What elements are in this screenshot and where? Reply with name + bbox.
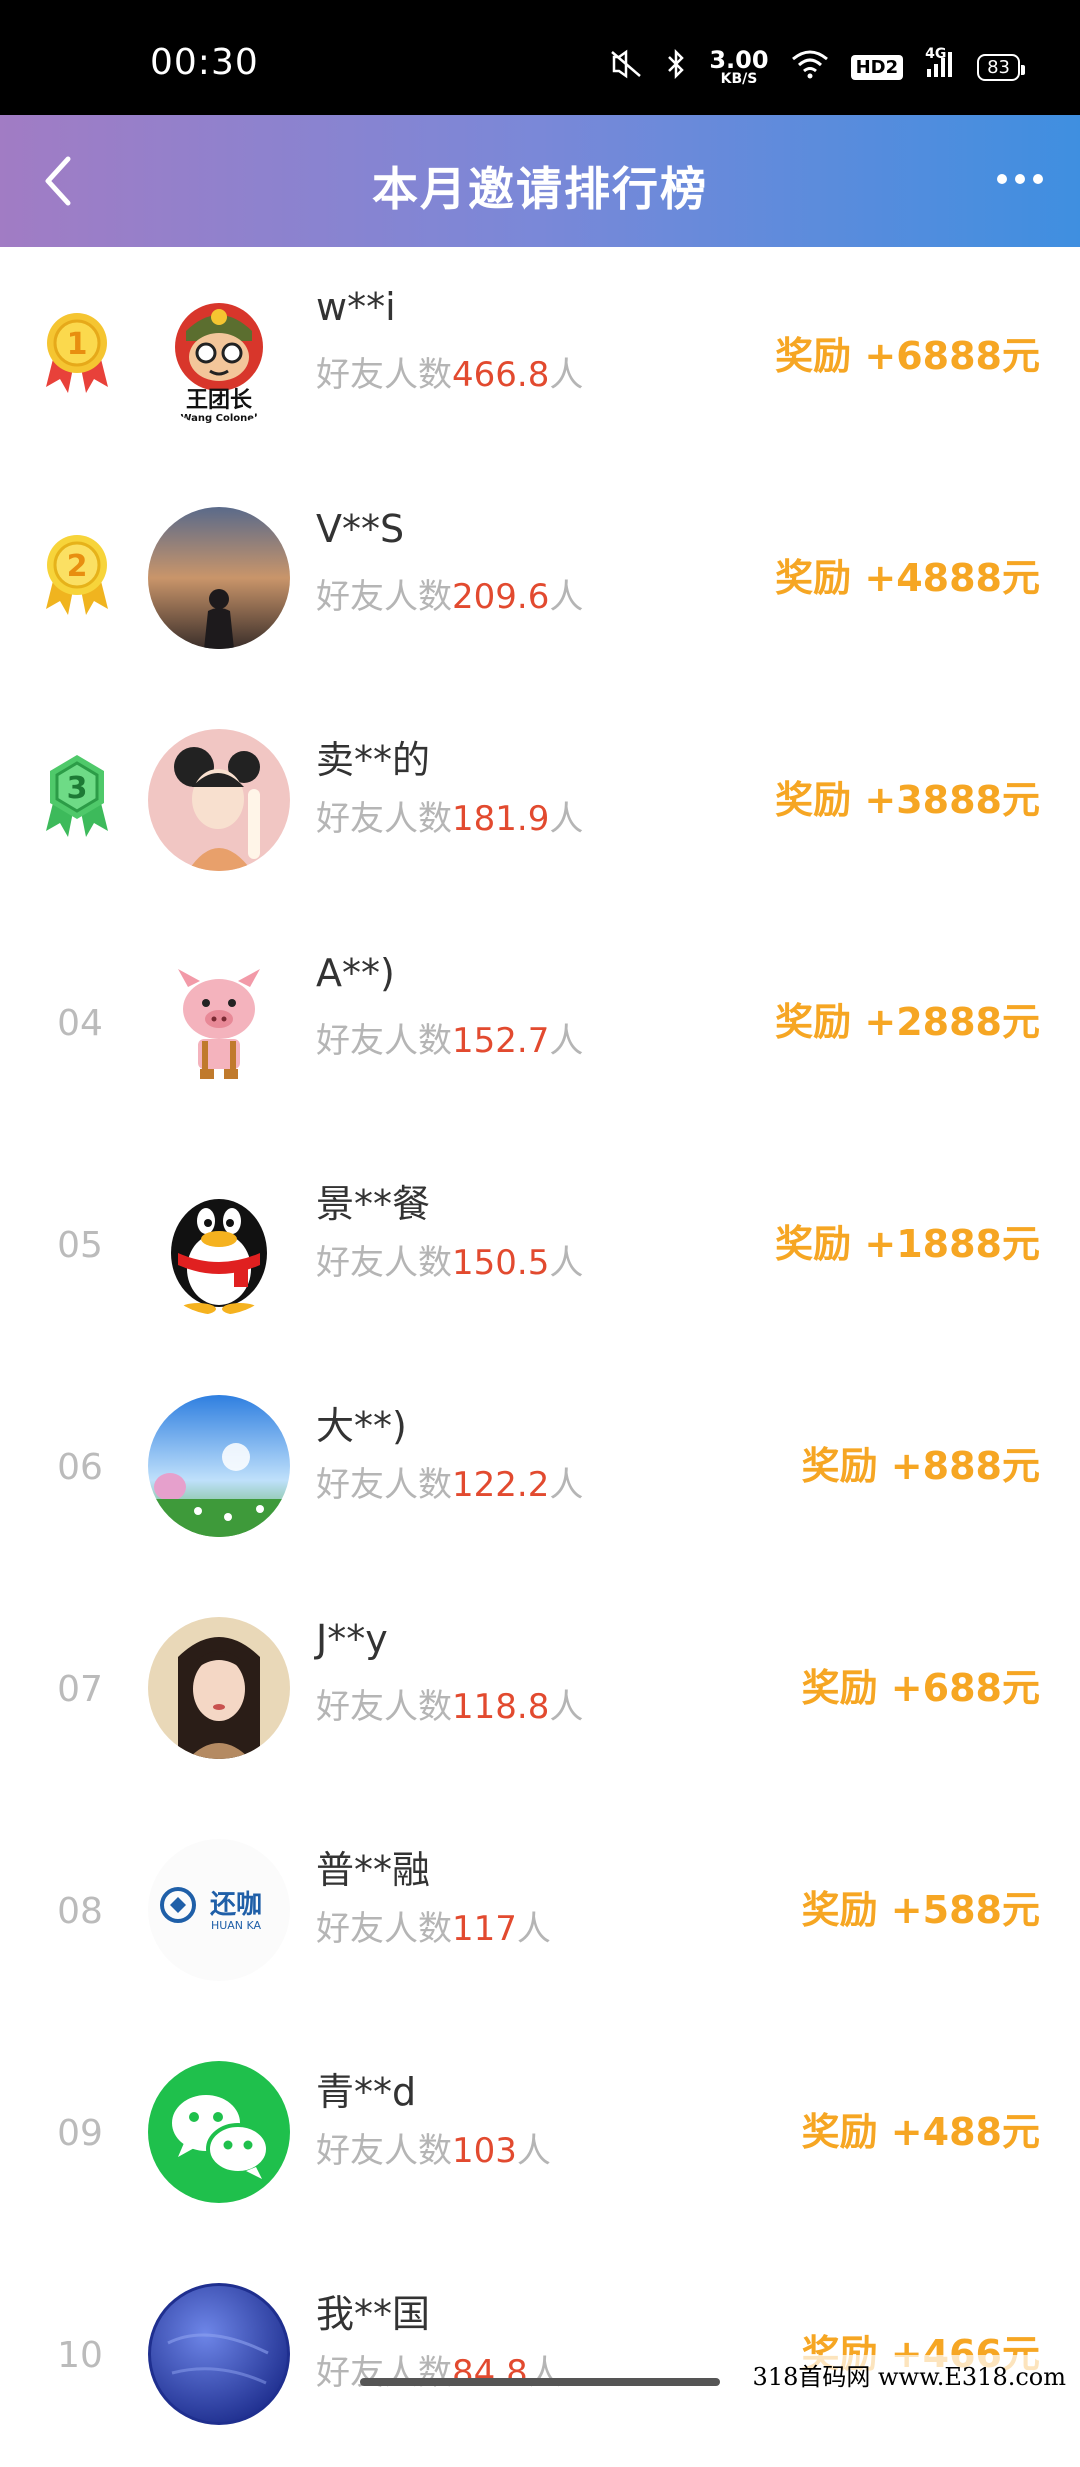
- user-name: 景**餐: [316, 1182, 431, 1226]
- home-indicator[interactable]: [360, 2378, 720, 2386]
- reward-amount: 奖励 +588元: [801, 1888, 1040, 1932]
- friend-count: 好友人数466.8人: [316, 355, 584, 395]
- svg-text:2: 2: [67, 549, 88, 584]
- page-title: 本月邀请排行榜: [372, 162, 708, 216]
- reward-amount: 奖励 +2888元: [775, 1000, 1040, 1044]
- gold-medal-icon: 2: [46, 535, 108, 615]
- friend-count: 好友人数209.6人: [316, 577, 584, 617]
- friend-count: 好友人数84.8人: [316, 2353, 562, 2393]
- user-name: 青**d: [316, 2070, 417, 2114]
- watermark: 318首码网 www.E318.com: [748, 2355, 1070, 2394]
- ranking-list: 1 王团长 Wang Colonel w**i 好友人数466.8人 奖励 +6…: [0, 247, 1080, 2467]
- gold-medal-icon: 1: [46, 313, 108, 393]
- ranking-row[interactable]: 09 青**d 好友人数103人 奖励 +488元: [0, 2023, 1080, 2245]
- friend-count: 好友人数103人: [316, 2131, 551, 2171]
- ranking-row[interactable]: 05 景**餐 好友人数150.5人 奖励 +1888元: [0, 1135, 1080, 1357]
- ranking-row[interactable]: 06 大**) 好友人数122.2人 奖励 +888元: [0, 1357, 1080, 1579]
- status-icons: 3.00 KB/S HD2 4G 83: [609, 46, 1025, 87]
- reward-amount: 奖励 +688元: [801, 1666, 1040, 1710]
- svg-text:Wang Colonel: Wang Colonel: [180, 413, 257, 424]
- reward-amount: 奖励 +6888元: [775, 334, 1040, 378]
- user-name: A**): [316, 951, 395, 995]
- network-speed: 3.00 KB/S: [709, 46, 769, 87]
- more-options-button[interactable]: [990, 159, 1050, 199]
- friend-count: 好友人数181.9人: [316, 799, 584, 839]
- user-name: w**i: [316, 285, 396, 329]
- friend-count: 好友人数152.7人: [316, 1021, 584, 1061]
- user-name: V**S: [316, 507, 405, 551]
- user-name: 普**融: [316, 1848, 431, 1892]
- rank-number: 06: [57, 1447, 103, 1488]
- bluetooth-icon: [665, 48, 687, 85]
- more-dot-icon: [1033, 174, 1043, 184]
- svg-text:王团长: 王团长: [186, 388, 253, 413]
- reward-amount: 奖励 +1888元: [775, 1222, 1040, 1266]
- rank-number: 08: [57, 1891, 103, 1932]
- avatar: [148, 1617, 290, 1759]
- silent-icon: [609, 49, 643, 85]
- svg-text:HUAN KA: HUAN KA: [211, 1919, 262, 1932]
- app-header: 本月邀请排行榜: [0, 115, 1080, 247]
- more-dot-icon: [1015, 174, 1025, 184]
- reward-amount: 奖励 +488元: [801, 2110, 1040, 2154]
- friend-count: 好友人数118.8人: [316, 1687, 584, 1727]
- reward-amount: 奖励 +3888元: [775, 778, 1040, 822]
- svg-text:1: 1: [67, 327, 88, 362]
- rank-number: 09: [57, 2113, 103, 2154]
- friend-count: 好友人数122.2人: [316, 1465, 584, 1505]
- ranking-row[interactable]: 3 卖**的 好友人数181.9人 奖励 +3888元: [0, 691, 1080, 913]
- avatar: [148, 1395, 290, 1537]
- rank-number: 07: [57, 1669, 103, 1710]
- avatar: 还咖 HUAN KA: [148, 1839, 290, 1981]
- user-name: J**y: [316, 1617, 388, 1661]
- ranking-row[interactable]: 04 A**) 好友人数152.7人 奖励 +2888元: [0, 913, 1080, 1135]
- reward-amount: 奖励 +888元: [801, 1444, 1040, 1488]
- battery-icon: 83: [977, 53, 1025, 81]
- user-name: 我**国: [316, 2292, 431, 2336]
- rank-number: 04: [57, 1003, 103, 1044]
- ranking-row[interactable]: 07 J**y 好友人数118.8人 奖励 +688元: [0, 1579, 1080, 1801]
- more-dot-icon: [997, 174, 1007, 184]
- avatar: [148, 2061, 290, 2203]
- avatar: [148, 1173, 290, 1315]
- avatar: [148, 951, 290, 1093]
- friend-count: 好友人数150.5人: [316, 1243, 584, 1283]
- avatar: [148, 729, 290, 871]
- rank-number: 05: [57, 1225, 103, 1266]
- green-medal-icon: 3: [46, 755, 108, 837]
- wifi-icon: [791, 49, 829, 85]
- status-bar: 00:30 3.00 KB/S HD2 4G 83: [0, 0, 1080, 115]
- hd-badge: HD2: [850, 54, 904, 80]
- avatar: [148, 507, 290, 649]
- svg-text:还咖: 还咖: [210, 1890, 262, 1920]
- avatar: [148, 2283, 290, 2425]
- ranking-row[interactable]: 2 V**S 好友人数209.6人 奖励 +4888元: [0, 469, 1080, 691]
- status-time: 00:30: [150, 42, 259, 83]
- ranking-row[interactable]: 1 王团长 Wang Colonel w**i 好友人数466.8人 奖励 +6…: [0, 247, 1080, 469]
- friend-count: 好友人数117人: [316, 1909, 551, 1949]
- signal-icon: 4G: [925, 46, 955, 85]
- ranking-row[interactable]: 08 还咖 HUAN KA 普**融 好友人数117人 奖励 +588元: [0, 1801, 1080, 2023]
- avatar: 王团长 Wang Colonel: [148, 285, 290, 427]
- rank-number: 10: [57, 2335, 103, 2376]
- svg-text:3: 3: [67, 771, 88, 806]
- reward-amount: 奖励 +4888元: [775, 556, 1040, 600]
- user-name: 卖**的: [316, 738, 431, 782]
- user-name: 大**): [316, 1404, 407, 1448]
